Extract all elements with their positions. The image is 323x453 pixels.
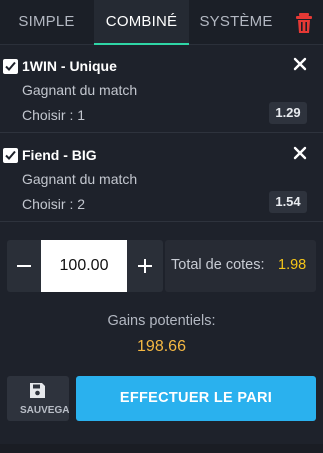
tab-combine[interactable]: COMBINÉ	[94, 0, 189, 45]
decrease-stake-button[interactable]	[7, 240, 41, 292]
stake-row: Total de cotes: 1.98	[7, 240, 316, 292]
close-icon[interactable]	[293, 57, 307, 71]
checkbox-icon[interactable]	[3, 148, 18, 163]
odd-badge: 1.54	[269, 191, 307, 213]
bet-type-tabs: SIMPLE COMBINÉ SYSTÈME	[0, 0, 323, 45]
trash-icon[interactable]	[294, 12, 314, 34]
bet-market: Gagnant du match	[22, 171, 138, 187]
place-bet-button[interactable]: EFFECTUER LE PARI	[76, 376, 316, 421]
bet-title: Fiend - BIG	[22, 147, 97, 163]
plus-icon	[138, 259, 152, 273]
save-button[interactable]: SAUVEGARDER	[7, 376, 69, 421]
close-icon[interactable]	[293, 146, 307, 160]
tab-systeme[interactable]: SYSTÈME	[190, 0, 282, 45]
total-odds-value: 1.98	[278, 257, 307, 273]
minus-icon	[17, 265, 31, 267]
bottom-strip	[0, 444, 323, 453]
total-odds-box: Total de cotes: 1.98	[165, 240, 316, 292]
bet-choice: Choisir : 2	[22, 196, 86, 212]
potential-gains-value: 198.66	[137, 338, 186, 355]
checkbox-icon[interactable]	[3, 59, 18, 74]
bet-slip-item: 1WIN - Unique Gagnant du match Choisir :…	[0, 45, 323, 133]
floppy-disk-icon	[30, 383, 45, 398]
odd-badge: 1.29	[269, 102, 307, 124]
increase-stake-button[interactable]	[127, 240, 163, 292]
bet-slip-item: Fiend - BIG Gagnant du match Choisir : 2…	[0, 134, 323, 222]
bet-market: Gagnant du match	[22, 82, 138, 98]
tab-simple[interactable]: SIMPLE	[0, 0, 93, 45]
potential-gains-label: Gains potentiels:	[107, 313, 216, 329]
stake-input[interactable]	[41, 240, 127, 292]
total-odds-label: Total de cotes:	[171, 257, 265, 273]
bet-title: 1WIN - Unique	[22, 58, 117, 74]
bet-choice: Choisir : 1	[22, 107, 86, 123]
save-label: SAUVEGARDER	[20, 405, 69, 416]
